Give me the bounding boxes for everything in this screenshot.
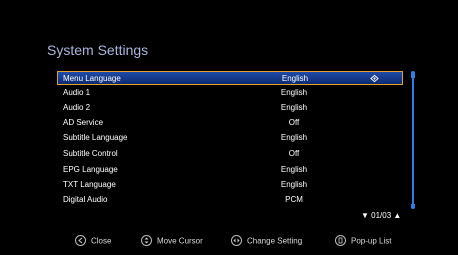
dpad-leftright-icon bbox=[231, 235, 242, 246]
setting-label: Subtitle Language bbox=[63, 133, 128, 142]
setting-row-subtitle-control[interactable]: Subtitle Control Off bbox=[57, 147, 403, 161]
setting-label: EPG Language bbox=[63, 165, 118, 174]
page-indicator: ▼ 01/03 ▲ bbox=[361, 211, 401, 220]
scrollbar-thumb[interactable] bbox=[411, 71, 415, 78]
setting-row-subtitle-language[interactable]: Subtitle Language English bbox=[57, 131, 403, 145]
footer-change-setting: Change Setting bbox=[231, 235, 303, 247]
setting-label: Menu Language bbox=[63, 74, 121, 83]
popup-list-icon[interactable] bbox=[370, 74, 379, 83]
setting-row-epg-language[interactable]: EPG Language English bbox=[57, 163, 403, 177]
setting-row-digital-audio[interactable]: Digital Audio PCM bbox=[57, 193, 403, 207]
setting-label: Audio 2 bbox=[63, 103, 91, 112]
setting-value: English bbox=[281, 74, 309, 83]
ok-icon bbox=[335, 235, 346, 246]
setting-value: English bbox=[280, 165, 308, 174]
setting-row-audio-2[interactable]: Audio 2 English bbox=[57, 101, 403, 115]
setting-label: AD Service bbox=[63, 118, 104, 127]
page-up-icon[interactable]: ▲ bbox=[393, 211, 401, 220]
setting-value: English bbox=[280, 180, 308, 189]
dpad-updown-icon bbox=[141, 235, 152, 246]
setting-row-menu-language[interactable]: Menu Language English bbox=[57, 71, 403, 85]
scrollbar[interactable] bbox=[408, 71, 418, 211]
setting-row-audio-1[interactable]: Audio 1 English bbox=[57, 86, 403, 100]
setting-label: Digital Audio bbox=[63, 195, 108, 204]
setting-row-txt-language[interactable]: TXT Language English bbox=[57, 178, 403, 192]
footer-move-cursor: Move Cursor bbox=[141, 235, 203, 247]
setting-label: Audio 1 bbox=[63, 88, 91, 97]
footer-change-label: Change Setting bbox=[247, 236, 303, 246]
footer-popup-label: Pop-up List bbox=[351, 236, 392, 246]
footer-popup-list: Pop-up List bbox=[335, 235, 392, 247]
setting-value: English bbox=[280, 133, 308, 142]
footer-move-label: Move Cursor bbox=[157, 236, 203, 246]
setting-value: Off bbox=[288, 149, 300, 158]
scrollbar-end bbox=[411, 204, 415, 209]
scrollbar-track bbox=[412, 78, 414, 204]
setting-value: PCM bbox=[285, 195, 303, 204]
footer-close-label: Close bbox=[91, 236, 112, 246]
page-number: 01/03 bbox=[371, 211, 392, 220]
setting-value: Off bbox=[288, 118, 300, 127]
page-title: System Settings bbox=[47, 42, 149, 58]
setting-value: English bbox=[280, 88, 308, 97]
page-down-icon[interactable]: ▼ bbox=[361, 211, 369, 220]
setting-value: English bbox=[280, 103, 308, 112]
setting-row-ad-service[interactable]: AD Service Off bbox=[57, 116, 403, 130]
setting-label: TXT Language bbox=[63, 180, 116, 189]
footer-close: Close bbox=[75, 235, 112, 247]
back-icon bbox=[75, 235, 86, 246]
setting-label: Subtitle Control bbox=[63, 149, 118, 158]
